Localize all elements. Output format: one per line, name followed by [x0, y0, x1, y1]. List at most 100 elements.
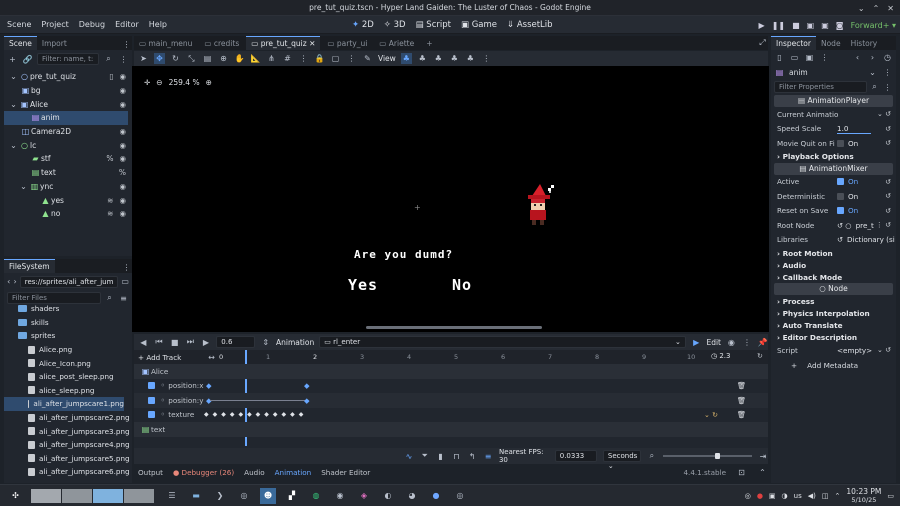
zoom-slider[interactable]	[662, 453, 753, 459]
section-callback-mode[interactable]: › Callback Mode	[771, 271, 896, 283]
animation-select[interactable]: ▭ rl_enter ⌄	[319, 336, 686, 348]
gimp-icon[interactable]: ◕	[404, 488, 420, 504]
sort-icon[interactable]: ≡	[118, 293, 129, 304]
collapse-panel-icon[interactable]: ⌃	[757, 467, 768, 478]
layout-icon[interactable]: ▭	[121, 276, 129, 287]
workspace-thumb[interactable]	[93, 488, 123, 503]
tab-debugger[interactable]: ● Debugger (26)	[173, 468, 234, 477]
list-item[interactable]: ali_after_jumpscare1.png	[4, 397, 124, 411]
center-icon[interactable]: ✛	[144, 78, 150, 87]
tab-history[interactable]: History	[846, 37, 883, 50]
tab-credits[interactable]: ▭ credits	[199, 37, 244, 50]
expand-icon[interactable]: ⇥	[758, 451, 768, 462]
tree-item-no[interactable]: ▲ no ≋ ◉	[4, 207, 132, 221]
track-position-y[interactable]: ◦ position:y ◆ ◆ 🗑	[134, 393, 768, 408]
history-icon[interactable]: ◷	[882, 52, 893, 63]
tab-main-menu[interactable]: ▭ main_menu	[134, 37, 197, 50]
tree-item-ync[interactable]: ⌄ ▥ ync ◉	[4, 180, 132, 194]
menu-dots-icon[interactable]: ⋮	[118, 54, 129, 65]
file-filter-input[interactable]: Filter Files	[7, 292, 101, 304]
stop-icon[interactable]: ■	[169, 337, 180, 348]
play-backwards-start-icon[interactable]: ⏮	[154, 337, 165, 348]
stop-icon[interactable]: ■	[792, 21, 800, 30]
tab-filesystem[interactable]: FileSystem	[4, 259, 55, 273]
key-options-icon[interactable]: ♣	[465, 53, 476, 64]
track-position-x[interactable]: ◦ position:x ◆ ◆ 🗑	[134, 379, 768, 394]
list-item[interactable]: Alice.png	[4, 343, 132, 357]
prop-deterministic[interactable]: Deterministic On ↺	[771, 189, 896, 204]
smart-snap-icon[interactable]: ⋔	[266, 53, 277, 64]
workspace-thumb[interactable]	[124, 488, 154, 503]
list-item[interactable]: sprites	[4, 329, 132, 343]
scale-tool-icon[interactable]: ⤡	[186, 53, 197, 64]
path-field[interactable]: res://sprites/ali_after_jum	[19, 275, 119, 288]
delete-track-icon[interactable]: 🗑	[737, 410, 746, 419]
save-icon[interactable]: ▣	[804, 52, 815, 63]
yes-label[interactable]: Yes	[348, 276, 378, 294]
list-item[interactable]: ali_after_jumpscare5.png	[4, 452, 132, 466]
onion-skin-icon[interactable]: ◉	[726, 337, 737, 348]
menu-debug[interactable]: Debug	[74, 16, 110, 34]
animation-menu-button[interactable]: Animation	[276, 338, 314, 347]
list-select-icon[interactable]: ▤	[202, 53, 213, 64]
group-icon[interactable]: ▢	[330, 53, 341, 64]
extra-icon[interactable]: ⋮	[819, 52, 830, 63]
menu-dots-icon[interactable]: ⋮	[882, 67, 893, 78]
forward-icon[interactable]: ›	[13, 276, 16, 287]
updates-icon[interactable]: ◑	[782, 492, 788, 500]
prop-script[interactable]: Script <empty> ⌄ ↺	[771, 343, 896, 358]
collapse-icon[interactable]: ⌄	[18, 181, 29, 192]
pause-icon[interactable]: ❚❚	[772, 21, 785, 30]
section-editor-description[interactable]: › Editor Description	[771, 331, 896, 343]
fps-icon[interactable]: ≡	[483, 451, 493, 462]
lock-icon[interactable]: 🔒	[314, 53, 325, 64]
insert-key-icon[interactable]: ♣	[449, 53, 460, 64]
search-icon[interactable]: ⌕	[103, 54, 114, 65]
mode-3d-button[interactable]: ✧ 3D	[384, 20, 406, 30]
track-group-text[interactable]: ▤ text	[134, 422, 768, 437]
pivot-icon[interactable]: ⊕	[218, 53, 229, 64]
list-item[interactable]: alice_sleep.png	[4, 384, 132, 398]
track-texture[interactable]: ◦ texture ◆◆◆◆◆◆◆◆◆◆◆◆ ⌄ ↻ 🗑	[134, 408, 768, 423]
key-scale-icon[interactable]: ♣	[433, 53, 444, 64]
new-resource-icon[interactable]: ▯	[774, 52, 785, 63]
add-node-icon[interactable]: +	[7, 54, 18, 65]
mode-game-button[interactable]: ▣ Game	[461, 20, 497, 30]
tab-audio[interactable]: Audio	[244, 468, 264, 477]
search-icon[interactable]: ⌕	[869, 82, 880, 93]
menu-dots-icon[interactable]: ⋮	[121, 39, 132, 50]
object-name[interactable]: anim	[789, 68, 863, 77]
forward-icon[interactable]: ›	[867, 52, 878, 63]
section-process[interactable]: › Process	[771, 295, 896, 307]
menu-project[interactable]: Project	[36, 16, 73, 34]
play-scene-icon[interactable]: ▣	[807, 21, 815, 30]
edit-menu[interactable]: Edit	[706, 338, 721, 347]
scene-filter-input[interactable]: Filter: name, t:	[37, 53, 99, 65]
tree-item-anim[interactable]: ▤ anim	[4, 111, 128, 125]
tab-scene[interactable]: Scene	[4, 36, 37, 50]
collapse-icon[interactable]: ⌄	[8, 99, 19, 110]
checkbox[interactable]	[148, 396, 155, 404]
spotify-icon[interactable]: ◍	[308, 488, 324, 504]
spin-icon[interactable]: ⇕	[260, 337, 271, 348]
section-auto-translate[interactable]: › Auto Translate	[771, 319, 896, 331]
menu-editor[interactable]: Editor	[110, 16, 144, 34]
track-group-alice[interactable]: ▣ Alice	[134, 364, 768, 379]
tree-item-bg[interactable]: ▣ bg ◉	[4, 84, 132, 98]
checkbox[interactable]	[148, 382, 155, 390]
tree-item-text[interactable]: ▤ text%	[4, 166, 132, 180]
list-item[interactable]: ali_after_jumpscare4.png	[4, 438, 132, 452]
tab-shader-editor[interactable]: Shader Editor	[321, 468, 370, 477]
workspace-thumb[interactable]	[62, 488, 92, 503]
key-rot-icon[interactable]: ♣	[417, 53, 428, 64]
section-playback-options[interactable]: › Playback Options	[771, 151, 896, 163]
mode-script-button[interactable]: ▤ Script	[416, 20, 451, 30]
prop-current-animation[interactable]: Current Animatio ⌄ ↺	[771, 107, 896, 122]
tab-inspector[interactable]: Inspector	[771, 36, 816, 50]
tree-item-stf[interactable]: ▰ stf% ◉	[4, 152, 132, 166]
workspace-thumb[interactable]	[31, 488, 61, 503]
tab-pre-tut-quiz[interactable]: ▭ pre_tut_quiz ✕	[246, 36, 321, 50]
drop-icon[interactable]: ●	[428, 488, 444, 504]
menu-dots-icon[interactable]: ⋮	[882, 82, 893, 93]
no-label[interactable]: No	[452, 276, 472, 294]
